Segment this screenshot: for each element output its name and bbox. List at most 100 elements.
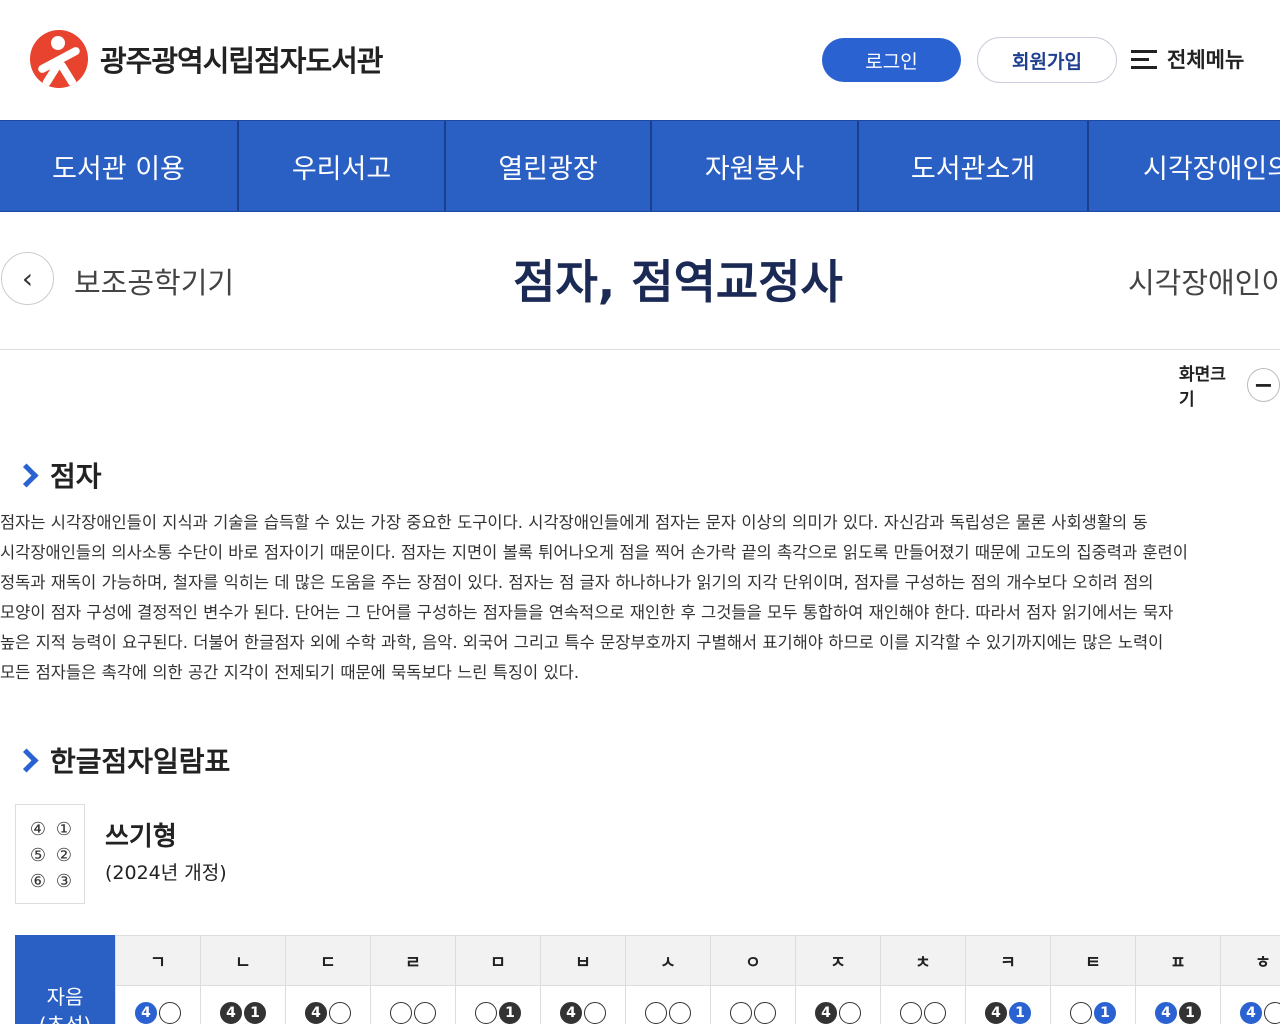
cell-number: ③ [55, 871, 73, 892]
braille-dot: 4 [305, 1002, 327, 1024]
table-column: ㅊ [880, 935, 965, 1024]
braille-dot: 4 [135, 1002, 157, 1024]
table-column: ㄹ [370, 935, 455, 1024]
section-heading-hangul-braille-table: 한글점자일람표 [18, 740, 230, 780]
braille-dots: 41 [966, 986, 1050, 1024]
zoom-label: 화면크기 [1179, 365, 1226, 410]
braille-dot [754, 1002, 776, 1024]
braille-dots: 4 [796, 986, 880, 1024]
braille-dot [414, 1002, 436, 1024]
braille-dot: 1 [1094, 1002, 1116, 1024]
page-title: 점자, 점역교정사 [513, 255, 843, 309]
main-nav: 도서관 이용 우리서고 열린광장 자원봉사 도서관소개 시각장애인의 [0, 120, 1280, 212]
nav-item-visually-impaired[interactable]: 시각장애인의 [1089, 121, 1280, 211]
braille-dot [645, 1002, 667, 1024]
column-header: ㅁ [456, 935, 540, 986]
table-column: ㅅ [625, 935, 710, 1024]
braille-dot [1070, 1002, 1092, 1024]
site-logo[interactable]: 광주광역시립점자도서관 [30, 30, 383, 88]
braille-dot [329, 1002, 351, 1024]
braille-dot [390, 1002, 412, 1024]
column-header: ㅅ [626, 935, 710, 986]
braille-dot: 1 [1009, 1002, 1031, 1024]
braille-dots: 4 [116, 986, 200, 1024]
table-column: ㅂ4 [540, 935, 625, 1024]
column-header: ㄴ [201, 935, 285, 986]
column-header: ㅂ [541, 935, 625, 986]
braille-dots: 41 [201, 986, 285, 1024]
cell-number: ④ [29, 819, 47, 840]
nav-item-about[interactable]: 도서관소개 [859, 121, 1089, 211]
paragraph-line: 정독과 재독이 가능하며, 철자를 익히는 데 많은 도움을 주는 장점이 있다… [0, 573, 1154, 592]
nav-item-open-square[interactable]: 열린광장 [446, 121, 652, 211]
cell-number: ② [55, 845, 73, 866]
nav-item-library-use[interactable]: 도서관 이용 [0, 121, 239, 211]
column-header: ㄹ [371, 935, 455, 986]
join-button[interactable]: 회원가입 [977, 37, 1117, 83]
section-heading-braille: 점자 [18, 455, 102, 495]
nav-item-volunteer[interactable]: 자원봉사 [652, 121, 859, 211]
braille-dot [475, 1002, 497, 1024]
table-column: ㅈ4 [795, 935, 880, 1024]
column-header: ㄱ [116, 935, 200, 986]
table-column: ㄴ41 [200, 935, 285, 1024]
braille-dot: 1 [1179, 1002, 1201, 1024]
table-type-subtitle: (2024년 개정) [105, 862, 227, 884]
cell-number: ⑤ [29, 845, 47, 866]
section-heading-text: 한글점자일람표 [50, 745, 231, 778]
braille-dot [924, 1002, 946, 1024]
braille-dots: 1 [1051, 986, 1135, 1024]
table-column: ㅇ [710, 935, 795, 1024]
paragraph-line: 시각장애인들의 의사소통 수단이 바로 점자이기 때문이다. 점자는 지면이 볼… [0, 543, 1188, 562]
braille-dots [371, 986, 455, 1024]
cell-number: ① [55, 819, 73, 840]
nav-item-our-stacks[interactable]: 우리서고 [239, 121, 446, 211]
braille-dot [839, 1002, 861, 1024]
braille-dots: 41 [1136, 986, 1220, 1024]
column-header: ㅇ [711, 935, 795, 986]
column-header: ㅊ [881, 935, 965, 986]
braille-dot: 4 [815, 1002, 837, 1024]
braille-dots: 4 [1221, 986, 1280, 1024]
braille-dot [584, 1002, 606, 1024]
braille-dot: 1 [499, 1002, 521, 1024]
chevron-right-icon [18, 465, 32, 485]
table-column: ㅁ1 [455, 935, 540, 1024]
braille-dot: 4 [560, 1002, 582, 1024]
braille-dots [626, 986, 710, 1024]
braille-dot: 4 [1155, 1002, 1177, 1024]
braille-dots: 4 [286, 986, 370, 1024]
braille-dot: 4 [220, 1002, 242, 1024]
braille-dot: 1 [244, 1002, 266, 1024]
braille-description: 점자는 시각장애인들이 지식과 기술을 습득할 수 있는 가장 중요한 도구이다… [0, 508, 1280, 688]
login-button[interactable]: 로그인 [822, 38, 961, 82]
braille-dot [900, 1002, 922, 1024]
site-header: 광주광역시립점자도서관 로그인 회원가입 전체메뉴 [0, 0, 1280, 120]
next-page-label[interactable]: 시각장애인이 [1128, 260, 1280, 302]
braille-dots: 4 [541, 986, 625, 1024]
braille-dot [159, 1002, 181, 1024]
column-header: ㅋ [966, 935, 1050, 986]
braille-dot [1264, 1002, 1280, 1024]
cell-number: ⑥ [29, 871, 47, 892]
chevron-right-icon [18, 750, 32, 770]
logo-mark-icon [30, 30, 88, 88]
paragraph-line: 모든 점자들은 촉각에 의한 공간 지각이 전제되기 때문에 묵독보다 느린 특… [0, 663, 580, 682]
row-header-text: 자음(초성) [39, 985, 91, 1024]
paragraph-line: 점자는 시각장애인들이 지식과 기술을 습득할 수 있는 가장 중요한 도구이다… [0, 513, 1148, 532]
paragraph-line: 모양이 점자 구성에 결정적인 변수가 된다. 단어는 그 단어를 구성하는 점… [0, 603, 1174, 622]
braille-cell-diagram: ④ ① ⑤ ② ⑥ ③ [15, 804, 85, 904]
zoom-out-button[interactable]: − [1246, 368, 1280, 402]
table-column: ㅎ4 [1220, 935, 1280, 1024]
braille-dots: 1 [456, 986, 540, 1024]
braille-dot [730, 1002, 752, 1024]
column-header: ㅍ [1136, 935, 1220, 986]
paragraph-line: 높은 지적 능력이 요구된다. 더불어 한글점자 외에 수학 과학, 음악. 외… [0, 633, 1164, 652]
column-header: ㄷ [286, 935, 370, 986]
all-menu-label: 전체메뉴 [1167, 48, 1245, 72]
table-type-title: 쓰기형 [105, 822, 177, 852]
column-header: ㅌ [1051, 935, 1135, 986]
column-header: ㅈ [796, 935, 880, 986]
braille-dot: 4 [985, 1002, 1007, 1024]
all-menu-button[interactable]: 전체메뉴 [1131, 44, 1244, 74]
